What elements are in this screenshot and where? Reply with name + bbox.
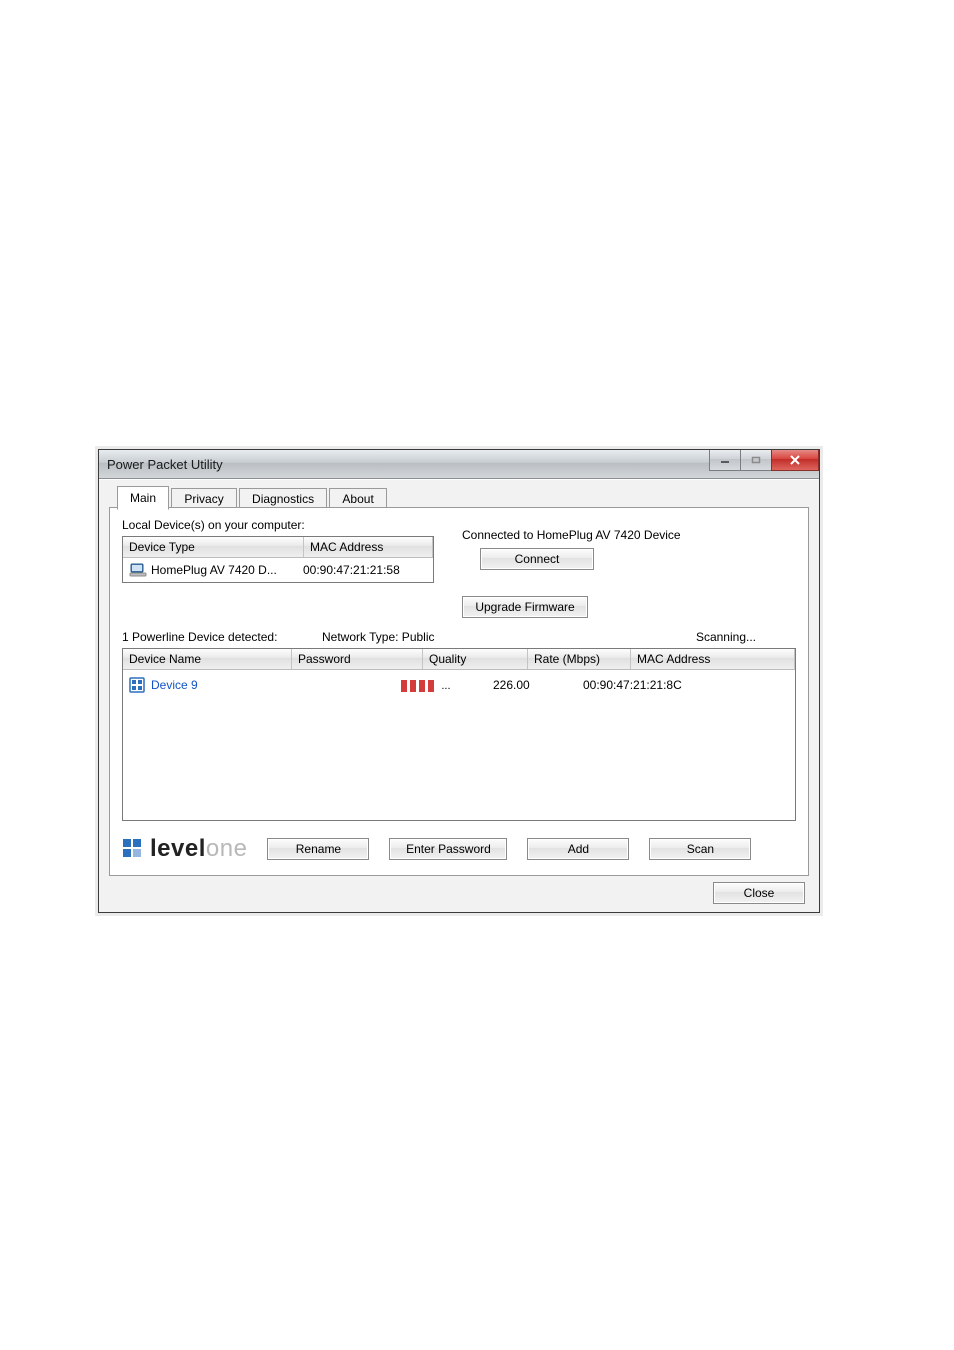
levelone-logo-icon: [122, 838, 144, 860]
minimize-button[interactable]: [709, 450, 741, 471]
dev-hdr-rate[interactable]: Rate (Mbps): [528, 649, 631, 669]
add-button[interactable]: Add: [527, 838, 629, 860]
logo-text-dark: level: [150, 835, 206, 863]
quality-bars-icon: [401, 680, 434, 692]
connect-button[interactable]: Connect: [480, 548, 594, 570]
tab-strip: Main Privacy Diagnostics About: [117, 486, 809, 508]
upgrade-firmware-button[interactable]: Upgrade Firmware: [462, 596, 588, 618]
close-icon: [789, 455, 801, 465]
computer-icon: [129, 562, 147, 578]
app-window: Power Packet Utility Main Privacy Diagno…: [98, 449, 820, 913]
dev-hdr-quality[interactable]: Quality: [423, 649, 528, 669]
devices-table[interactable]: Device Name Password Quality Rate (Mbps)…: [122, 648, 796, 821]
device-quality: ...: [401, 678, 493, 692]
maximize-icon: [751, 456, 761, 464]
local-devices-table[interactable]: Device Type MAC Address HomePlug AV 7420…: [122, 536, 434, 583]
minimize-icon: [720, 456, 730, 464]
dev-hdr-password[interactable]: Password: [292, 649, 423, 669]
title-bar[interactable]: Power Packet Utility: [99, 450, 819, 479]
device-mac: 00:90:47:21:21:8C: [583, 678, 791, 692]
device-name: Device 9: [151, 678, 198, 692]
local-device-type: HomePlug AV 7420 D...: [151, 563, 277, 577]
rename-button[interactable]: Rename: [267, 838, 369, 860]
dev-hdr-name[interactable]: Device Name: [123, 649, 292, 669]
dev-hdr-mac[interactable]: MAC Address: [631, 649, 795, 669]
detected-count-label: 1 Powerline Device detected:: [122, 630, 322, 644]
maximize-button[interactable]: [740, 450, 772, 471]
scanning-label: Scanning...: [572, 630, 796, 644]
tab-main[interactable]: Main: [117, 486, 169, 510]
tab-panel-main: Local Device(s) on your computer: Device…: [109, 507, 809, 876]
local-device-mac: 00:90:47:21:21:58: [297, 563, 429, 577]
levelone-logo: levelone: [122, 835, 247, 863]
device-row[interactable]: Device 9 ... 226.00 00:90:47:21:21:8C: [123, 670, 795, 698]
device-rate: 226.00: [493, 678, 583, 692]
powerline-device-icon: [127, 676, 147, 694]
quality-ellipsis: ...: [441, 680, 450, 692]
client-area: Main Privacy Diagnostics About Local Dev…: [99, 479, 819, 912]
close-window-button[interactable]: [771, 450, 819, 471]
enter-password-button[interactable]: Enter Password: [389, 838, 507, 860]
connection-status-label: Connected to HomePlug AV 7420 Device: [462, 528, 681, 542]
local-hdr-type[interactable]: Device Type: [123, 537, 304, 557]
scan-button[interactable]: Scan: [649, 838, 751, 860]
local-devices-label: Local Device(s) on your computer:: [122, 518, 796, 532]
logo-text-lite: one: [206, 835, 248, 863]
local-device-row[interactable]: HomePlug AV 7420 D... 00:90:47:21:21:58: [123, 558, 433, 582]
local-hdr-mac[interactable]: MAC Address: [304, 537, 433, 557]
close-button[interactable]: Close: [713, 882, 805, 904]
window-title: Power Packet Utility: [107, 457, 223, 472]
network-type-label: Network Type: Public: [322, 630, 572, 644]
